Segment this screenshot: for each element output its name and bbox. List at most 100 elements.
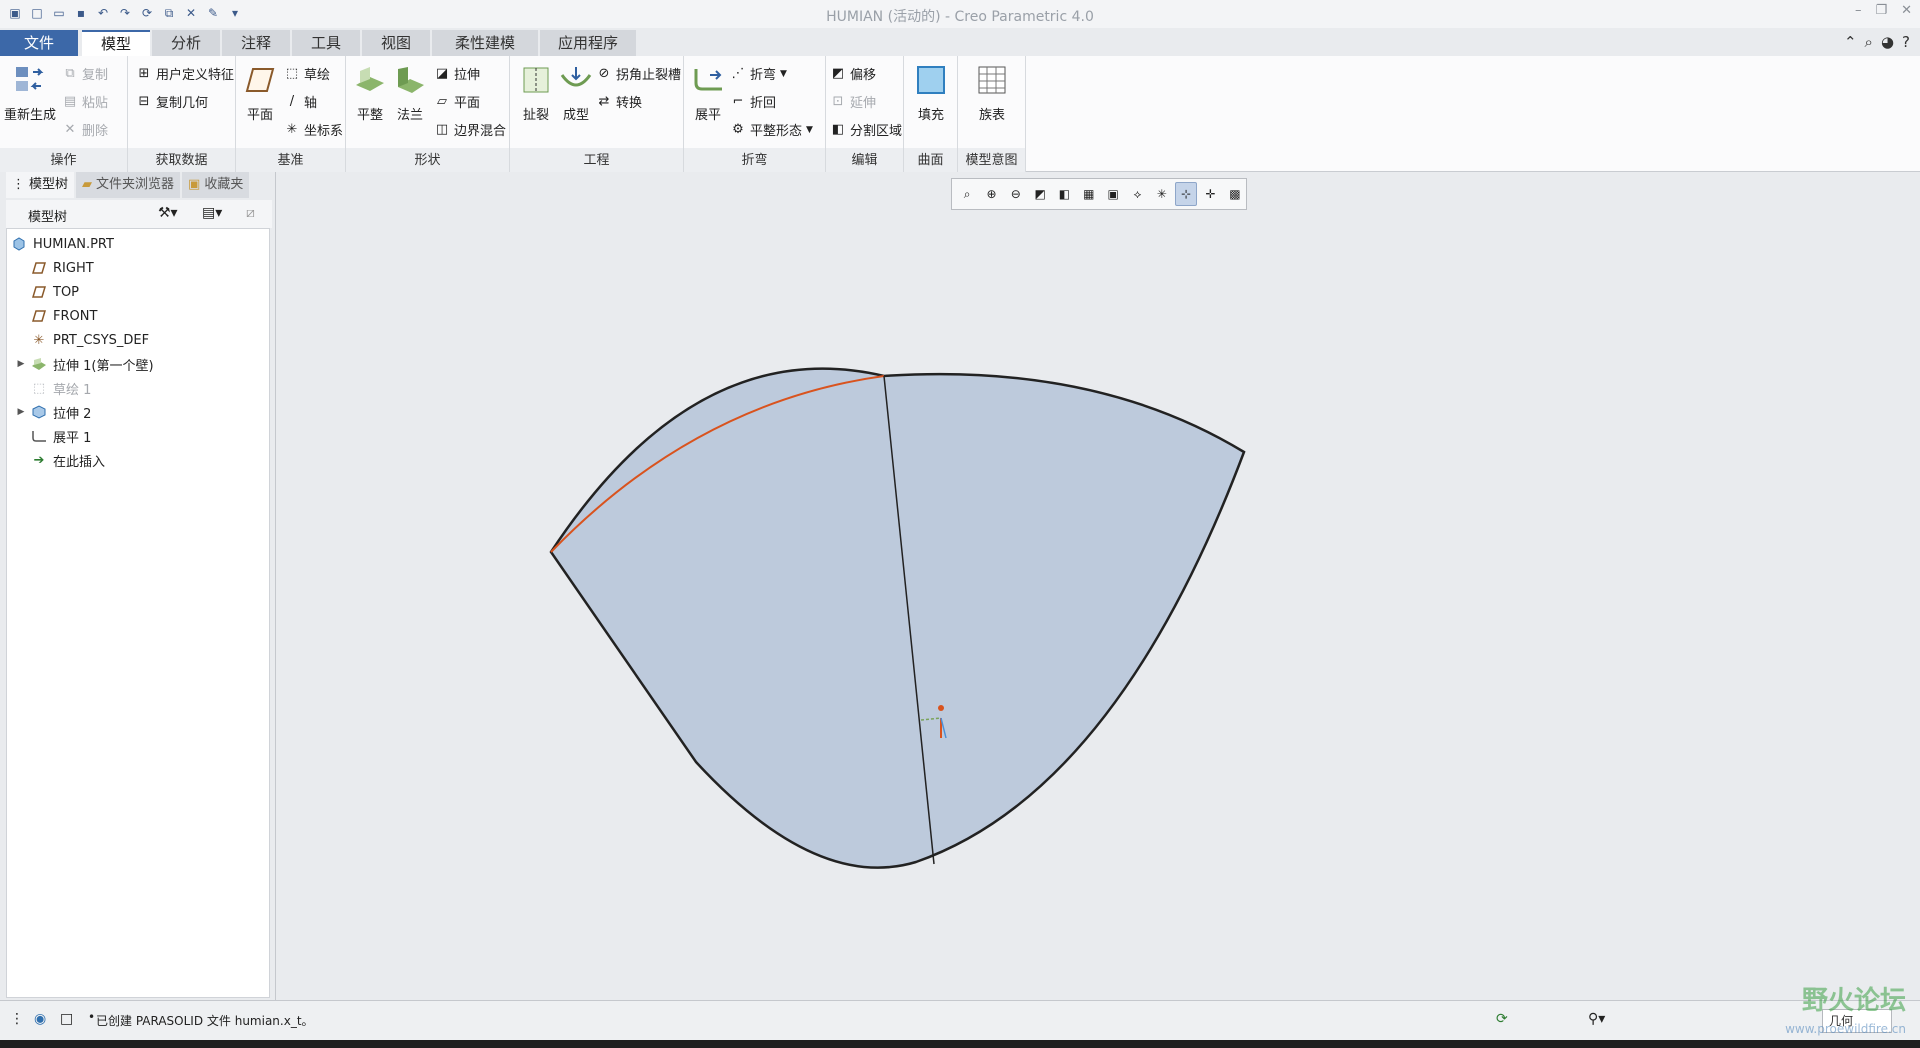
tab-flexible-modeling[interactable]: 柔性建模 [432,30,538,56]
repaint-icon[interactable]: ◩ [1029,182,1051,206]
favorites-icon: ▣ [188,177,201,192]
flat-wall-button[interactable]: 平整 [350,62,390,123]
boundary-blend-button[interactable]: ◫ 边界混合 [434,120,506,139]
group-label-engineering[interactable]: 工程 [510,149,683,168]
full-screen-icon[interactable]: □ [60,1011,73,1027]
tab-annotate[interactable]: 注释 [222,30,290,56]
tab-file[interactable]: 文件 [0,30,78,56]
view-manager-icon[interactable]: ▣ [1102,182,1124,206]
tree-item-sketch-1[interactable]: ⬚ 草绘 1 [31,377,92,399]
tree-item-top[interactable]: TOP [31,281,79,303]
tab-applications[interactable]: 应用程序 [540,30,636,56]
group-label-shapes[interactable]: 形状 [346,149,509,168]
csys-icon: ✳ [33,332,45,348]
collapse-ribbon-icon[interactable]: ⌃ [1844,33,1857,51]
fill-button[interactable]: 填充 [910,62,952,123]
delete-button[interactable]: ✕ 删除 [62,120,108,139]
sketch-button[interactable]: ⬚ 草绘 [284,64,330,83]
csys-button[interactable]: ✳ 坐标系 [284,120,343,139]
spin-center-icon[interactable]: ✛ [1199,182,1221,206]
search-icon[interactable]: ⌕ [1865,33,1873,51]
tree-item-extrude-1[interactable]: ▶ 拉伸 1(第一个壁) [15,353,154,375]
zoom-out-icon[interactable]: ⊖ [1005,182,1027,206]
find-icon[interactable]: ⚲▾ [1588,1011,1605,1027]
bend-back-button[interactable]: ⌐ 折回 [730,92,776,111]
expand-arrow-icon[interactable]: ▶ [15,359,27,369]
tree-item-right[interactable]: RIGHT [31,257,94,279]
offset-button[interactable]: ◩ 偏移 [830,64,876,83]
display-style-icon[interactable]: ◧ [1053,182,1075,206]
group-label-get-data[interactable]: 获取数据 [128,149,235,168]
group-label-datum[interactable]: 基准 [236,149,345,168]
perspective-view-icon[interactable]: ⟡ [1126,182,1148,206]
annotation-display-icon[interactable]: ⊹ [1174,182,1198,206]
rip-button[interactable]: 扯裂 [516,62,556,123]
group-label-bends[interactable]: 折弯 [684,149,825,168]
datum-plane-button[interactable]: 平面 [240,62,280,123]
expand-arrow-icon[interactable]: ▶ [15,407,27,417]
group-label-surfaces[interactable]: 曲面 [904,149,957,168]
copy-button[interactable]: ⧉ 复制 [62,64,108,83]
tab-favorites[interactable]: ▣ 收藏夹 [182,172,250,198]
fill-label: 填充 [917,108,944,123]
form-button[interactable]: 成型 [556,62,596,123]
flat-pattern-button[interactable]: ⚙ 平整形态 ▼ [730,120,813,139]
tab-folder-browser[interactable]: ▰ 文件夹浏览器 [76,172,181,198]
tree-show-icon[interactable]: ▤▾ [202,205,222,221]
close-icon[interactable]: ✕ [1901,3,1912,18]
bend-back-label: 折回 [750,96,777,111]
extrude-button[interactable]: ◪ 拉伸 [434,64,480,83]
tree-item-csys[interactable]: ✳ PRT_CSYS_DEF [31,329,150,351]
group-label-model-intent[interactable]: 模型意图 [958,149,1025,168]
show-navigator-icon[interactable]: ⋮ [10,1011,24,1027]
paste-button[interactable]: ▤ 粘贴 [62,92,108,111]
tab-analysis[interactable]: 分析 [152,30,220,56]
saved-orientations-icon[interactable]: ▦ [1078,182,1100,206]
zoom-in-icon[interactable]: ⊕ [980,182,1002,206]
regenerate-button[interactable]: 重新生成 [4,62,56,123]
part-geometry[interactable] [276,172,1920,1000]
flange-button[interactable]: 法兰 [390,62,430,123]
show-browser-icon[interactable]: ◉ [34,1011,46,1027]
planar-button[interactable]: ▱ 平面 [434,92,480,111]
refit-icon[interactable]: ⌕ [956,182,978,206]
axis-button[interactable]: / 轴 [284,92,317,111]
help-icon[interactable]: ? [1902,33,1910,51]
convert-button[interactable]: ⇄ 转换 [596,92,642,111]
tree-item-insert-here[interactable]: ➔ 在此插入 [31,449,105,471]
tree-item-unbend-1[interactable]: 展平 1 [31,425,91,447]
regenerate-icon [12,62,48,98]
corner-relief-button[interactable]: ⊘ 拐角止裂槽 [596,64,681,83]
annotation-display-filters-icon[interactable]: ▩ [1224,182,1246,206]
tab-tools[interactable]: 工具 [292,30,360,56]
tab-folder-browser-label: 文件夹浏览器 [96,177,175,192]
datum-plane-icon [31,260,47,276]
tab-model[interactable]: 模型 [82,30,150,56]
datum-display-filters-icon[interactable]: ✳ [1151,182,1173,206]
tab-model-tree[interactable]: ⋮ 模型树 [6,172,75,198]
split-area-button[interactable]: ◧ 分割区域 [830,120,902,139]
delete-icon: ✕ [64,122,76,137]
tree-item-label: 拉伸 1(第一个壁) [53,358,154,374]
tree-item-part[interactable]: HUMIAN.PRT [11,233,114,255]
group-label-editing[interactable]: 编辑 [826,149,903,168]
unbend-button[interactable]: 展平 [688,62,728,123]
tab-view[interactable]: 视图 [362,30,430,56]
community-icon[interactable]: ◕ [1881,33,1894,51]
extend-button[interactable]: ⊡ 延伸 [830,92,876,111]
graphics-window[interactable] [276,172,1920,1000]
datum-plane-icon [31,284,47,300]
tree-settings-icon[interactable]: ⚒▾ [158,205,178,221]
tree-item-extrude-2[interactable]: ▶ 拉伸 2 [15,401,91,423]
minimize-icon[interactable]: – [1855,3,1862,18]
group-label-operations[interactable]: 操作 [0,149,127,168]
family-table-button[interactable]: 族表 [970,62,1014,123]
tree-item-front[interactable]: FRONT [31,305,97,327]
restore-icon[interactable]: ❐ [1875,3,1887,18]
bend-button[interactable]: ⋰ 折弯 ▼ [730,64,787,83]
copy-geometry-button[interactable]: ⊟ 复制几何 [136,92,208,111]
udf-button[interactable]: ⊞ 用户定义特征 [136,64,234,83]
group-editing: ◩ 偏移 ⊡ 延伸 ◧ 分割区域 编辑 [826,56,904,172]
unbend-label: 展平 [694,108,721,123]
tree-filter-icon[interactable]: ⧄ [246,205,255,221]
